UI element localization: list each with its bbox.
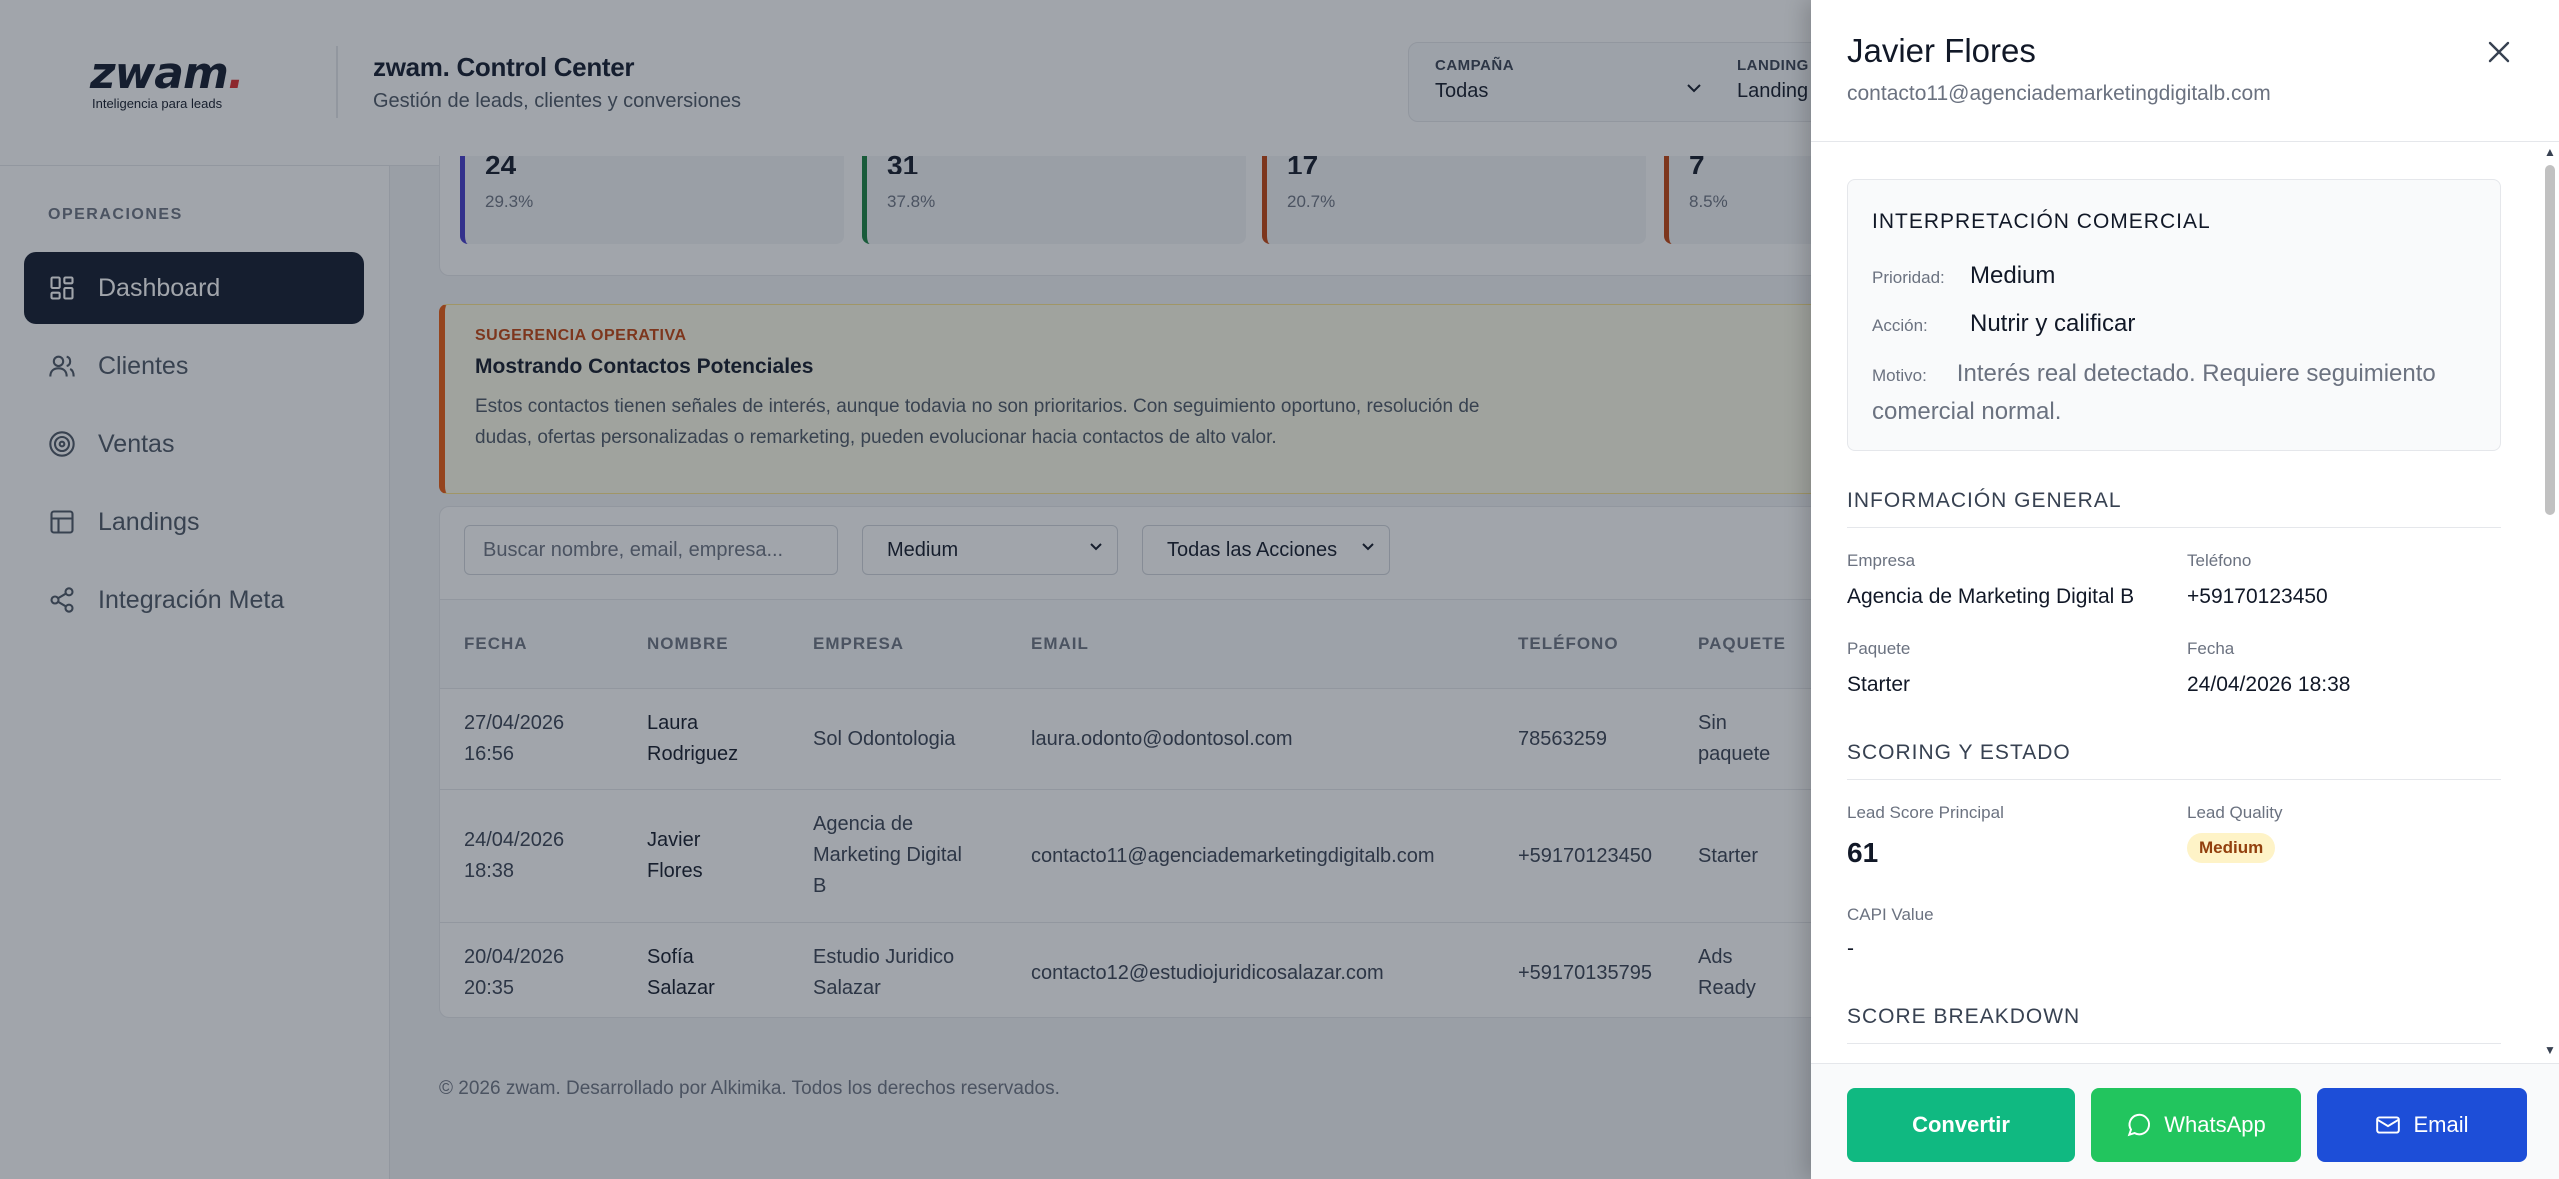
whatsapp-button-label: WhatsApp [2164,1112,2266,1137]
drawer-header: Javier Flores contacto11@agenciademarket… [1811,0,2559,142]
general-info-title: INFORMACIÓN GENERAL [1847,489,2501,528]
priority-value: Medium [1970,262,2056,289]
package-label: Paquete [1847,639,1911,658]
email-button[interactable]: Email [2317,1088,2527,1162]
action-value: Nutrir y calificar [1970,310,2136,337]
lead-quality-label: Lead Quality [2187,803,2283,822]
phone-value: +59170123450 [2187,585,2328,608]
lead-email: contacto11@agenciademarketingdigitalb.co… [1847,82,2271,105]
action-label: Acción: [1872,316,1928,335]
capi-label: CAPI Value [1847,905,1934,924]
scrollbar-thumb[interactable] [2545,165,2555,515]
email-button-label: Email [2413,1112,2469,1137]
drawer-body: INTERPRETACIÓN COMERCIAL Prioridad: Medi… [1811,143,2559,1063]
score-breakdown-title: SCORE BREAKDOWN [1847,1005,2501,1044]
modal-backdrop[interactable] [0,0,1811,1179]
company-value: Agencia de Marketing Digital B [1847,585,2135,608]
lead-name: Javier Flores [1847,32,2036,69]
scroll-up-icon[interactable]: ▲ [2544,145,2556,159]
company-label: Empresa [1847,551,1916,570]
lead-quality-badge: Medium [2187,833,2276,863]
convert-button[interactable]: Convertir [1847,1088,2075,1162]
drawer-footer: Convertir WhatsApp Email [1811,1063,2559,1179]
date-value: 24/04/2026 18:38 [2187,673,2351,696]
scroll-down-icon[interactable]: ▼ [2544,1043,2556,1057]
lead-detail-drawer: Javier Flores contacto11@agenciademarket… [1811,0,2559,1179]
package-value: Starter [1847,673,1911,696]
lead-score-label: Lead Score Principal [1847,803,2004,822]
commercial-interpretation-card: INTERPRETACIÓN COMERCIAL Prioridad: Medi… [1847,179,2501,451]
phone-label: Teléfono [2187,551,2252,570]
lead-score-value: 61 [1847,837,1879,868]
drawer-scrollbar[interactable]: ▲ ▼ [2541,143,2559,1063]
interpretation-title: INTERPRETACIÓN COMERCIAL [1872,210,2211,233]
scoring-title: SCORING Y ESTADO [1847,741,2501,780]
reason-text: Motivo: Interés real detectado. Requiere … [1872,356,2492,430]
date-label: Fecha [2187,639,2235,658]
convert-button-label: Convertir [1912,1112,2010,1137]
whatsapp-button[interactable]: WhatsApp [2091,1088,2301,1162]
priority-label: Prioridad: [1872,268,1945,287]
whatsapp-icon [2127,1113,2151,1137]
reason-label: Motivo: [1872,366,1927,385]
mail-icon [2376,1116,2401,1134]
capi-value: - [1847,937,1854,960]
close-icon[interactable] [2483,36,2515,68]
reason-value: Interés real detectado. Requiere seguimi… [1872,360,2436,425]
